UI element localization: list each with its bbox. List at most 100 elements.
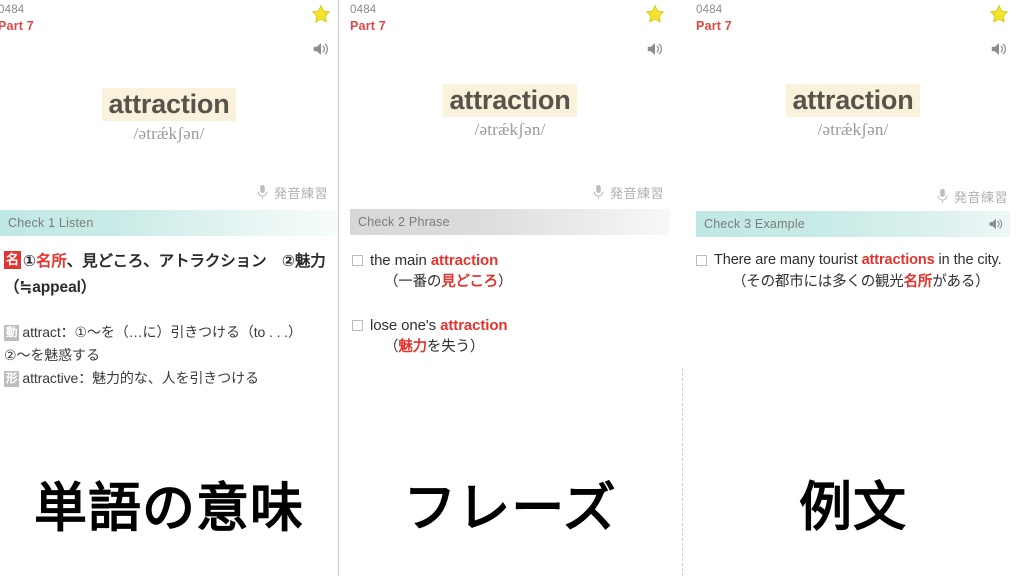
panel-header: 0484 Part 7 (338, 0, 682, 62)
word-block: attraction /ətrǽkʃən/ (338, 84, 682, 140)
derivative-text: attract：①〜を（…に）引きつける（to . . .） (22, 324, 302, 340)
pronunciation-practice-button[interactable]: 発音練習 (0, 182, 338, 202)
example-english: There are many tourist attractions in th… (714, 250, 1010, 271)
derivative-pos-tag: 形 (4, 371, 20, 387)
star-icon[interactable] (311, 4, 331, 24)
pronunciation-practice-label: 発音練習 (953, 189, 1008, 205)
star-icon[interactable] (989, 4, 1009, 24)
entry-number: 0484 (0, 4, 25, 16)
panel-divider-2 (682, 368, 683, 576)
phrase-english: lose one's attraction (370, 315, 668, 336)
derivatives-block: 動 attract：①〜を（…に）引きつける（to . . .） ②〜を魅惑する … (4, 321, 332, 390)
microphone-icon (256, 184, 269, 200)
microphone-icon (592, 184, 605, 200)
phrase-item[interactable]: the main attraction （一番の見どころ） (352, 250, 668, 293)
derivative-item: ②〜を魅惑する (4, 344, 332, 367)
phrase-en-pre: the main (370, 252, 431, 269)
headword: attraction (102, 88, 236, 121)
check-bar-phrase[interactable]: Check 2 Phrase (350, 209, 670, 235)
headword: attraction (443, 84, 577, 117)
definition-prefix: ① (22, 253, 36, 270)
phrase-ja-keyword: 見どころ (441, 274, 498, 290)
phonetic-transcription: /ətrǽkʃən/ (474, 120, 546, 139)
derivative-item: 動 attract：①〜を（…に）引きつける（to . . .） (4, 321, 332, 344)
microphone-icon (936, 188, 949, 204)
phonetic-transcription: /ətrǽkʃən/ (817, 120, 889, 139)
checkbox[interactable] (696, 255, 707, 266)
part-label: Part 7 (696, 19, 732, 33)
phrase-en-keyword: attraction (430, 252, 499, 269)
phrase-body: lose one's attraction （魅力を失う） (370, 315, 668, 358)
panel-header: 0484 Part 7 (682, 0, 1024, 62)
entry-number: 0484 (696, 4, 723, 16)
speaker-icon[interactable] (312, 41, 330, 57)
panel-content: 名 ①名所、見どころ、アトラクション ②魅力（≒appeal） 動 attract：… (0, 236, 338, 390)
panel-divider-1 (338, 0, 339, 576)
header-left-group: 0484 Part 7 (350, 3, 386, 35)
check-bar-label: Check 1 Listen (8, 216, 94, 230)
phrase-body: the main attraction （一番の見どころ） (370, 250, 668, 293)
pronunciation-practice-button[interactable]: 発音練習 (682, 186, 1024, 206)
checkbox[interactable] (352, 320, 363, 331)
word-block: attraction /ətrǽkʃən/ (0, 88, 338, 144)
entry-number: 0484 (350, 4, 377, 16)
phonetic-transcription: /ətrǽkʃən/ (133, 124, 205, 143)
definition-keyword: 名所 (35, 253, 67, 270)
example-en-post: in the city. (934, 252, 1002, 268)
derivative-text: ②〜を魅惑する (4, 347, 100, 363)
check-bar-listen[interactable]: Check 1 Listen (0, 210, 338, 236)
example-ja-pre: （その都市には多くの観光 (732, 274, 904, 290)
panel-content: There are many tourist attractions in th… (682, 237, 1024, 293)
phrase-ja-keyword: 魅力 (398, 339, 427, 355)
panel-caption: フレーズ (403, 478, 617, 539)
check-bar-label: Check 2 Phrase (358, 215, 450, 229)
word-block: attraction /ətrǽkʃən/ (682, 84, 1024, 140)
definition-line: 名 ①名所、見どころ、アトラクション ②魅力（≒appeal） (4, 249, 332, 301)
part-label: Part 7 (350, 19, 386, 33)
example-item[interactable]: There are many tourist attractions in th… (696, 250, 1010, 293)
panel-content: the main attraction （一番の見どころ） lose one's… (338, 235, 682, 358)
panel-header: 0484 Part 7 (0, 0, 338, 62)
phrase-ja-pre: （ (384, 339, 399, 355)
header-left-group: 0484 Part 7 (0, 3, 34, 35)
phrase-ja-pre: （一番の (384, 274, 442, 290)
speaker-icon[interactable] (990, 41, 1008, 57)
panel-example: 0484 Part 7 attraction /ətrǽkʃən/ 発音練習 C… (682, 0, 1024, 576)
example-ja-post: がある） (932, 274, 990, 290)
checkbox[interactable] (352, 255, 363, 266)
pronunciation-practice-label: 発音練習 (273, 185, 328, 201)
phrase-ja-post: を失う） (426, 339, 485, 355)
star-icon[interactable] (645, 4, 665, 24)
speaker-icon[interactable] (988, 217, 1004, 231)
phrase-en-pre: lose one's (370, 317, 441, 334)
phrase-ja-post: ） (497, 274, 513, 290)
phrase-japanese: （魅力を失う） (370, 336, 668, 358)
item-spacer (352, 299, 668, 315)
panel-phrase: 0484 Part 7 attraction /ətrǽkʃən/ 発音練習 C… (338, 0, 682, 576)
example-en-pre: There are many tourist (714, 252, 862, 268)
check-bar-label: Check 3 Example (704, 217, 805, 231)
speaker-icon[interactable] (646, 41, 664, 57)
panel-caption: 例文 (799, 477, 907, 538)
pronunciation-practice-button[interactable]: 発音練習 (338, 182, 682, 202)
screenshot-root: 0484 Part 7 attraction /ətrǽkʃən/ 発音練習 C… (0, 0, 1024, 576)
phrase-japanese: （一番の見どころ） (370, 271, 668, 293)
check-bar-example[interactable]: Check 3 Example (696, 211, 1010, 237)
example-ja-keyword: 名所 (903, 274, 933, 290)
header-left-group: 0484 Part 7 (696, 3, 732, 35)
derivative-item: 形 attractive：魅力的な、人を引きつける (4, 367, 332, 390)
headword: attraction (786, 84, 920, 117)
pronunciation-practice-label: 発音練習 (609, 185, 664, 201)
derivative-pos-tag: 動 (4, 325, 20, 341)
phrase-en-keyword: attraction (440, 317, 508, 334)
example-en-keyword: attractions (861, 252, 935, 268)
part-of-speech-tag: 名 (4, 251, 21, 269)
phrase-english: the main attraction (370, 250, 668, 271)
example-japanese: （その都市には多くの観光名所がある） (714, 271, 1010, 293)
part-label: Part 7 (0, 19, 34, 33)
panel-caption: 単語の意味 (34, 478, 304, 539)
panel-word-meaning: 0484 Part 7 attraction /ətrǽkʃən/ 発音練習 C… (0, 0, 338, 576)
phrase-item[interactable]: lose one's attraction （魅力を失う） (352, 315, 668, 358)
example-body: There are many tourist attractions in th… (714, 250, 1010, 293)
derivative-text: attractive：魅力的な、人を引きつける (22, 370, 259, 386)
